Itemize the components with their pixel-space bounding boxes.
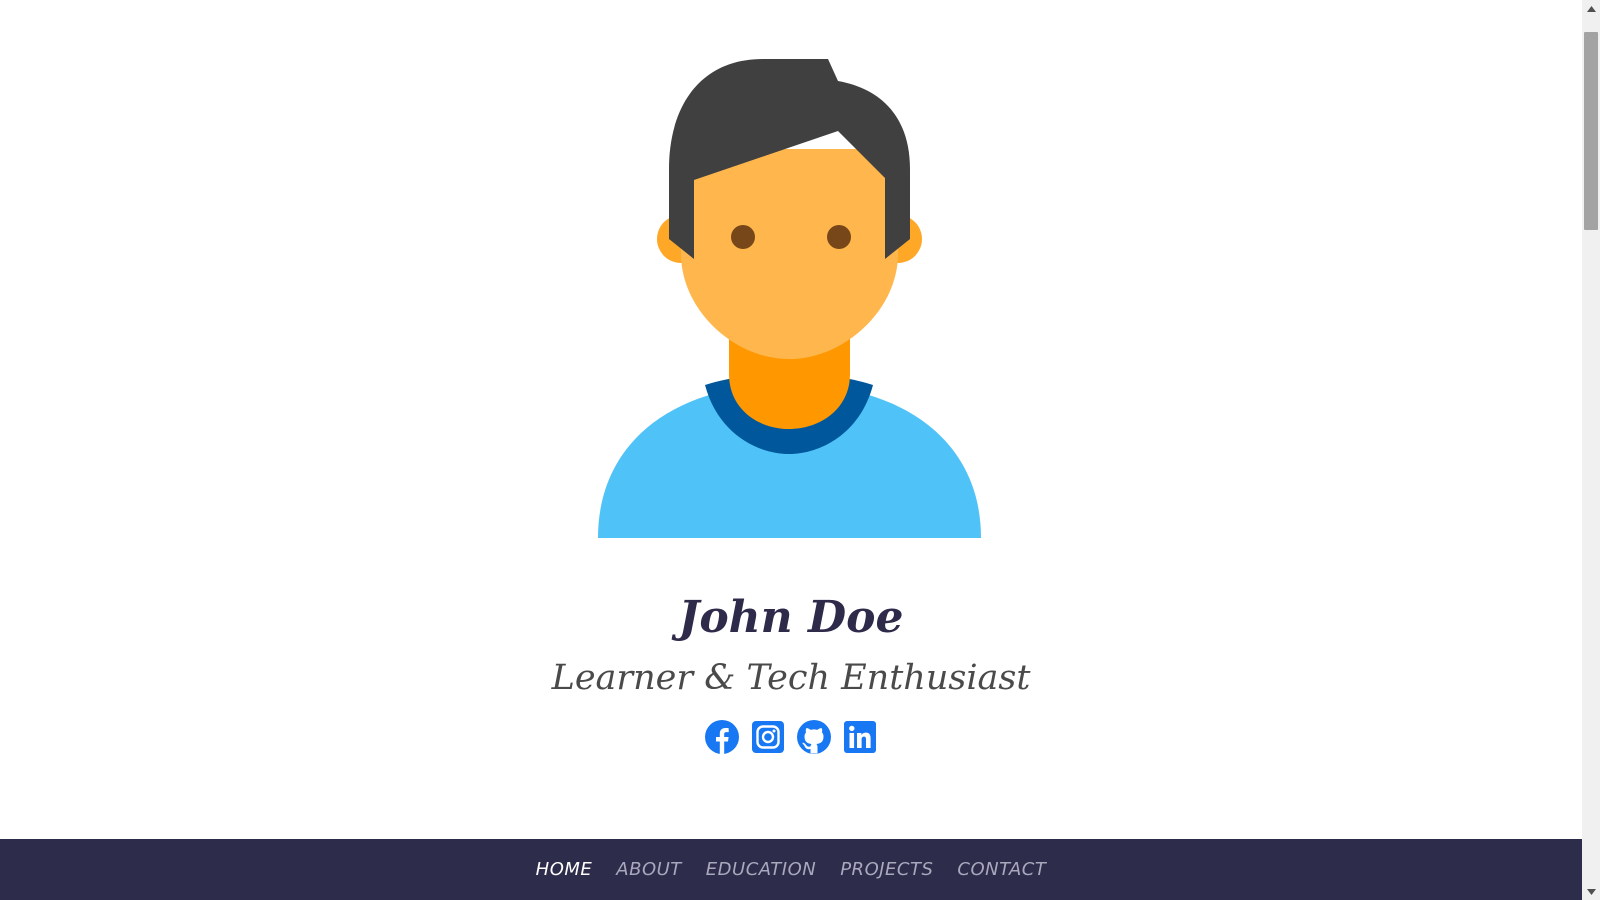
instagram-link[interactable] bbox=[751, 720, 785, 754]
vertical-scrollbar[interactable] bbox=[1582, 0, 1600, 900]
profile-name: John Doe bbox=[678, 592, 904, 643]
page: John Doe Learner & Tech Enthusiast HOME … bbox=[0, 0, 1600, 900]
scrollbar-thumb[interactable] bbox=[1584, 32, 1598, 230]
facebook-link[interactable] bbox=[705, 720, 739, 754]
linkedin-icon bbox=[844, 721, 876, 753]
profile-tagline: Learner & Tech Enthusiast bbox=[551, 658, 1031, 698]
avatar-eye-left bbox=[731, 225, 755, 249]
scroll-up-icon[interactable] bbox=[1582, 0, 1600, 17]
scroll-down-icon[interactable] bbox=[1582, 883, 1600, 900]
avatar-eye-right bbox=[827, 225, 851, 249]
main-nav: HOME ABOUT EDUCATION PROJECTS CONTACT bbox=[0, 839, 1582, 900]
facebook-icon bbox=[705, 720, 739, 754]
avatar bbox=[598, 59, 981, 538]
social-links bbox=[0, 720, 1582, 754]
instagram-icon bbox=[752, 721, 784, 753]
linkedin-link[interactable] bbox=[843, 720, 877, 754]
nav-projects[interactable]: PROJECTS bbox=[838, 859, 935, 880]
main-content: John Doe Learner & Tech Enthusiast HOME … bbox=[0, 0, 1582, 900]
avatar-face bbox=[681, 149, 898, 359]
github-link[interactable] bbox=[797, 720, 831, 754]
nav-about[interactable]: ABOUT bbox=[614, 859, 684, 880]
github-icon bbox=[797, 720, 831, 754]
nav-contact[interactable]: CONTACT bbox=[955, 859, 1048, 880]
nav-home[interactable]: HOME bbox=[534, 859, 595, 880]
nav-education[interactable]: EDUCATION bbox=[704, 859, 818, 880]
